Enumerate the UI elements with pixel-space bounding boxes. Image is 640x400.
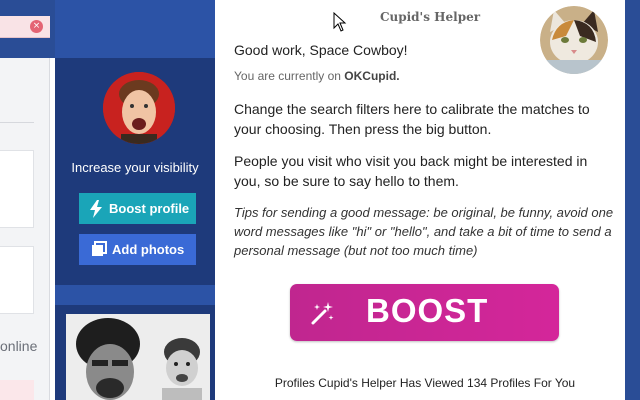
current-site-prefix: You are currently on xyxy=(234,69,345,83)
magic-wand-icon xyxy=(310,300,336,326)
lightning-icon xyxy=(89,199,103,218)
background-card xyxy=(0,150,34,228)
boost-profile-label: Boost profile xyxy=(109,201,190,216)
greeting-text: Good work, Space Cowboy! xyxy=(234,42,408,58)
current-site-name: OKCupid. xyxy=(344,69,400,83)
boost-button[interactable]: BOOST xyxy=(290,284,559,341)
profile-sidebar-header xyxy=(55,0,215,58)
profile-sidebar-divider xyxy=(55,285,215,305)
cat-avatar xyxy=(540,6,608,74)
add-photos-label: Add photos xyxy=(112,242,185,257)
panel-scrollbar-area xyxy=(625,0,640,400)
background-card xyxy=(0,246,34,314)
online-status-text: online xyxy=(0,338,38,354)
background-divider xyxy=(0,122,34,123)
profile-photo[interactable] xyxy=(66,314,210,400)
avatar[interactable] xyxy=(103,72,175,144)
background-notice-bar-bottom xyxy=(0,380,34,400)
visits-paragraph: People you visit who visit you back migh… xyxy=(234,153,588,189)
current-site-text: You are currently on OKCupid. xyxy=(234,69,400,83)
instructions-paragraph: Change the search filters here to calibr… xyxy=(234,101,590,137)
close-icon[interactable]: × xyxy=(30,20,43,33)
mouse-cursor-icon xyxy=(333,11,347,32)
boost-button-label: BOOST xyxy=(366,292,489,329)
add-photos-button[interactable]: Add photos xyxy=(79,234,196,265)
photos-icon xyxy=(91,240,107,259)
message-tips-text: Tips for sending a good message: be orig… xyxy=(234,205,614,258)
visibility-heading: Increase your visibility xyxy=(71,160,199,175)
cupids-helper-panel: Cupid's Helper Good work, Space Cowboy! … xyxy=(215,0,625,400)
profiles-viewed-counter: Profiles Cupid's Helper Has Viewed 134 P… xyxy=(274,376,576,390)
boost-profile-button[interactable]: Boost profile xyxy=(79,193,196,224)
